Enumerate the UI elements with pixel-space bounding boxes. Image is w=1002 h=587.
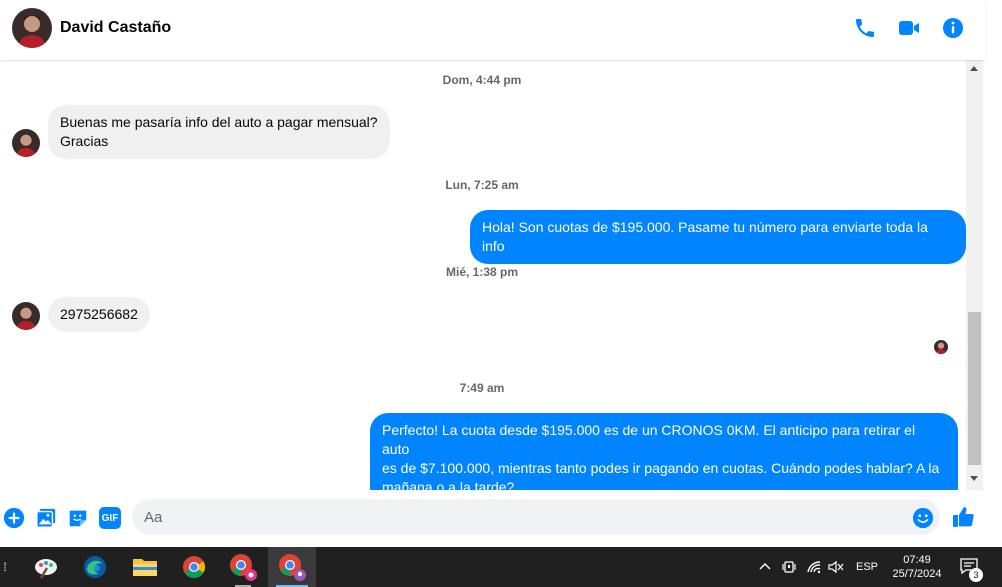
messenger-window: David Castaño Dom, 4:44 pm Buenas me pas… — [0, 0, 1002, 547]
message-line: Perfecto! La cuota desde $195.000 es de … — [382, 422, 916, 457]
incoming-message[interactable]: 2975256682 — [48, 297, 150, 332]
chat-header: David Castaño — [0, 0, 985, 60]
message-list: Dom, 4:44 pm Buenas me pasaría info del … — [0, 60, 966, 490]
message-input[interactable] — [132, 499, 940, 535]
device-icon[interactable] — [782, 559, 796, 575]
contact-avatar-small — [12, 129, 40, 157]
timestamp: Mié, 1:38 pm — [445, 265, 519, 279]
edge-browser-icon[interactable] — [71, 547, 119, 587]
chrome-profile-icon[interactable] — [219, 547, 267, 587]
outgoing-message[interactable]: Hola! Son cuotas de $195.000. Pasame tu … — [470, 210, 966, 264]
message-scrollbar[interactable] — [966, 60, 983, 490]
chrome-profile-active-icon[interactable] — [268, 547, 316, 587]
file-explorer-icon[interactable] — [121, 547, 169, 587]
contact-name[interactable]: David Castaño — [60, 19, 171, 37]
windows-taskbar: ⁞ ESP 07:49 25/7/2024 3 — [0, 547, 1002, 587]
notification-count-badge: 3 — [969, 568, 983, 582]
scroll-up-arrow-icon[interactable] — [970, 66, 978, 71]
timestamp: Dom, 4:44 pm — [442, 73, 522, 87]
message-line: Buenas me pasaría info del auto a pagar … — [60, 114, 378, 130]
language-indicator[interactable]: ESP — [852, 547, 882, 587]
message-line: mañana o a la tarde? — [382, 479, 515, 490]
outgoing-message[interactable]: Perfecto! La cuota desde $195.000 es de … — [370, 413, 958, 490]
image-icon[interactable] — [35, 507, 57, 529]
video-call-icon[interactable] — [897, 16, 921, 40]
paint-app-icon[interactable] — [22, 547, 70, 587]
like-icon[interactable] — [951, 505, 975, 529]
info-icon[interactable] — [941, 16, 965, 40]
incoming-message[interactable]: Buenas me pasaría info del auto a pagar … — [48, 105, 390, 159]
scrollbar-thumb[interactable] — [968, 312, 981, 465]
message-composer: GIF — [0, 495, 985, 540]
taskbar-edge: ⁞ — [3, 560, 7, 574]
show-hidden-icons-chevron-icon[interactable] — [759, 561, 771, 571]
scroll-down-arrow-icon[interactable] — [970, 476, 978, 481]
timestamp: 7:49 am — [459, 381, 505, 395]
gif-icon[interactable]: GIF — [99, 507, 121, 529]
clock-time: 07:49 — [903, 554, 931, 566]
message-line: Gracias — [60, 133, 109, 149]
volume-muted-icon[interactable] — [828, 560, 844, 574]
contact-avatar[interactable] — [12, 8, 52, 48]
emoji-icon[interactable] — [912, 507, 934, 529]
contact-avatar-small — [12, 302, 40, 330]
phone-icon[interactable] — [853, 16, 877, 40]
seen-avatar — [934, 340, 948, 354]
clock[interactable]: 07:49 25/7/2024 — [884, 547, 950, 587]
message-line: es de $7.100.000, mientras tanto podes i… — [382, 460, 940, 476]
clock-date: 25/7/2024 — [892, 568, 942, 580]
wifi-icon[interactable] — [806, 560, 822, 574]
plus-icon[interactable] — [3, 507, 25, 529]
chrome-icon[interactable] — [170, 547, 218, 587]
timestamp: Lun, 7:25 am — [445, 178, 519, 192]
sticker-icon[interactable] — [67, 507, 89, 529]
